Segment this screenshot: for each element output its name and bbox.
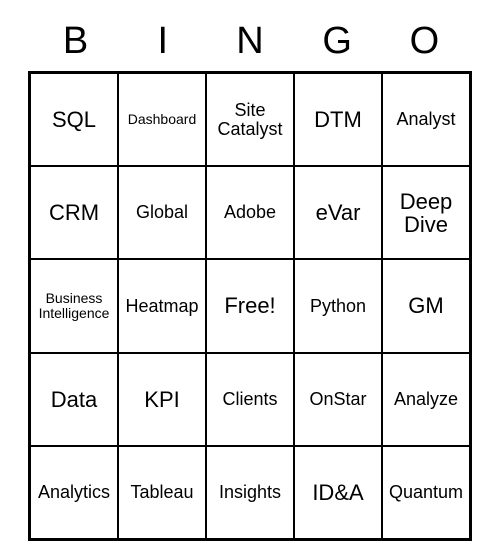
bingo-cell[interactable]: Python — [294, 259, 382, 352]
bingo-cell[interactable]: eVar — [294, 166, 382, 259]
header-letter-i: I — [119, 20, 206, 63]
header-letter-g: G — [294, 20, 381, 63]
bingo-cell[interactable]: ID&A — [294, 446, 382, 539]
header-letter-b: B — [32, 20, 119, 63]
header-letter-o: O — [381, 20, 468, 63]
bingo-cell[interactable]: GM — [382, 259, 470, 352]
bingo-cell[interactable]: Tableau — [118, 446, 206, 539]
bingo-cell[interactable]: Analytics — [30, 446, 118, 539]
bingo-cell[interactable]: Data — [30, 353, 118, 446]
bingo-cell[interactable]: DTM — [294, 73, 382, 166]
bingo-cell[interactable]: Clients — [206, 353, 294, 446]
bingo-cell[interactable]: Deep Dive — [382, 166, 470, 259]
bingo-cell-free[interactable]: Free! — [206, 259, 294, 352]
bingo-cell[interactable]: CRM — [30, 166, 118, 259]
bingo-cell[interactable]: OnStar — [294, 353, 382, 446]
bingo-cell[interactable]: SQL — [30, 73, 118, 166]
bingo-cell[interactable]: Business Intelligence — [30, 259, 118, 352]
bingo-cell[interactable]: Adobe — [206, 166, 294, 259]
bingo-cell[interactable]: Dashboard — [118, 73, 206, 166]
bingo-cell[interactable]: Global — [118, 166, 206, 259]
bingo-cell[interactable]: Heatmap — [118, 259, 206, 352]
bingo-cell[interactable]: Site Catalyst — [206, 73, 294, 166]
bingo-cell[interactable]: KPI — [118, 353, 206, 446]
header-letter-n: N — [206, 20, 293, 63]
bingo-cell[interactable]: Analyze — [382, 353, 470, 446]
bingo-cell[interactable]: Insights — [206, 446, 294, 539]
bingo-grid: SQL Dashboard Site Catalyst DTM Analyst … — [28, 71, 472, 541]
bingo-cell[interactable]: Analyst — [382, 73, 470, 166]
bingo-cell[interactable]: Quantum — [382, 446, 470, 539]
bingo-header: B I N G O — [28, 20, 472, 63]
